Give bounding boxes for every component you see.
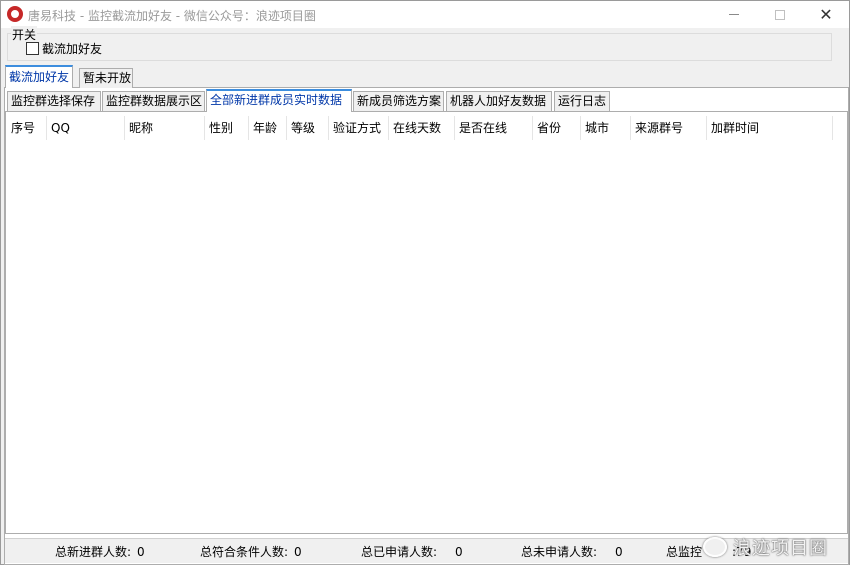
column-header[interactable]: 等级 [287, 116, 329, 140]
column-header[interactable]: 年龄 [249, 116, 287, 140]
watermark-logo-icon [703, 537, 727, 557]
stat-applied-label: 总已申请人数: [361, 545, 438, 559]
member-table-header: 序号 QQ 昵称 性别 年龄 等级 验证方式 在线天数 是否在线 省份 城市 来… [7, 116, 833, 140]
close-icon: ✕ [819, 5, 833, 24]
column-header[interactable]: QQ [47, 116, 125, 140]
title-bar: 唐易科技 - 监控截流加好友 - 微信公众号：浪迹项目圈 ✕ [1, 1, 849, 28]
stat-not-applied: 总未申请人数: 0 [521, 543, 623, 560]
tab-new-member-filter[interactable]: 新成员筛选方案 [353, 91, 444, 111]
app-window: 唐易科技 - 监控截流加好友 - 微信公众号：浪迹项目圈 ✕ 开关 截流加好友 … [0, 0, 850, 565]
tab-intercept-add-friend[interactable]: 截流加好友 [5, 65, 74, 88]
tab-new-member-filter-label: 新成员筛选方案 [357, 94, 442, 108]
stat-new-members: 总新进群人数: 0 [55, 543, 145, 560]
tab-run-log[interactable]: 运行日志 [554, 91, 610, 111]
stat-applied-value: 0 [455, 545, 463, 559]
tab-monitor-group-save-label: 监控群选择保存 [11, 94, 96, 108]
stat-monitored-label: 总监控 [666, 545, 703, 559]
stat-new-members-label: 总新进群人数: [55, 545, 132, 559]
stat-matched: 总符合条件人数: 0 [200, 543, 302, 560]
stat-matched-label: 总符合条件人数: [200, 545, 289, 559]
column-header[interactable]: 性别 [205, 116, 249, 140]
column-header[interactable]: 是否在线 [455, 116, 533, 140]
stat-new-members-value: 0 [137, 545, 145, 559]
inner-tab-panel [5, 111, 848, 534]
minimize-icon [729, 14, 739, 15]
tab-run-log-label: 运行日志 [558, 94, 607, 108]
intercept-add-friend-checkbox-row[interactable]: 截流加好友 [26, 40, 102, 57]
minimize-button[interactable] [711, 1, 757, 28]
column-header[interactable]: 昵称 [125, 116, 205, 140]
tab-bot-add-friend-data[interactable]: 机器人加好友数据 [446, 91, 552, 111]
watermark: 浪迹项目圈 [703, 533, 828, 561]
column-header[interactable]: 省份 [533, 116, 581, 140]
intercept-add-friend-checkbox[interactable] [26, 42, 39, 55]
app-logo-icon [7, 6, 23, 22]
tab-new-member-realtime-label: 全部新进群成员实时数据 [210, 93, 343, 107]
tab-monitor-group-data[interactable]: 监控群数据展示区 [102, 91, 205, 111]
stat-applied: 总已申请人数: 0 [361, 543, 463, 560]
stat-not-applied-label: 总未申请人数: [521, 545, 598, 559]
maximize-icon [775, 9, 785, 20]
tab-intercept-add-friend-label: 截流加好友 [9, 70, 70, 84]
window-title: 唐易科技 - 监控截流加好友 - 微信公众号：浪迹项目圈 [28, 9, 316, 23]
column-header[interactable]: 序号 [7, 116, 47, 140]
tab-bot-add-friend-data-label: 机器人加好友数据 [450, 94, 547, 108]
column-header[interactable]: 加群时间 [707, 116, 833, 140]
column-header[interactable]: 城市 [581, 116, 631, 140]
tab-monitor-group-data-label: 监控群数据展示区 [106, 94, 203, 108]
watermark-text: 浪迹项目圈 [733, 538, 828, 559]
column-header[interactable]: 验证方式 [329, 116, 389, 140]
column-header[interactable]: 在线天数 [389, 116, 455, 140]
maximize-button[interactable] [757, 1, 803, 28]
tab-not-open[interactable]: 暂未开放 [79, 68, 133, 88]
stat-not-applied-value: 0 [615, 545, 623, 559]
switch-groupbox [7, 33, 832, 61]
close-button[interactable]: ✕ [803, 1, 849, 28]
intercept-add-friend-label: 截流加好友 [42, 42, 103, 56]
column-header[interactable]: 来源群号 [631, 116, 707, 140]
tab-not-open-label: 暂未开放 [83, 71, 132, 85]
tab-monitor-group-save[interactable]: 监控群选择保存 [7, 91, 101, 111]
stat-matched-value: 0 [294, 545, 302, 559]
tab-new-member-realtime[interactable]: 全部新进群成员实时数据 [206, 89, 352, 112]
